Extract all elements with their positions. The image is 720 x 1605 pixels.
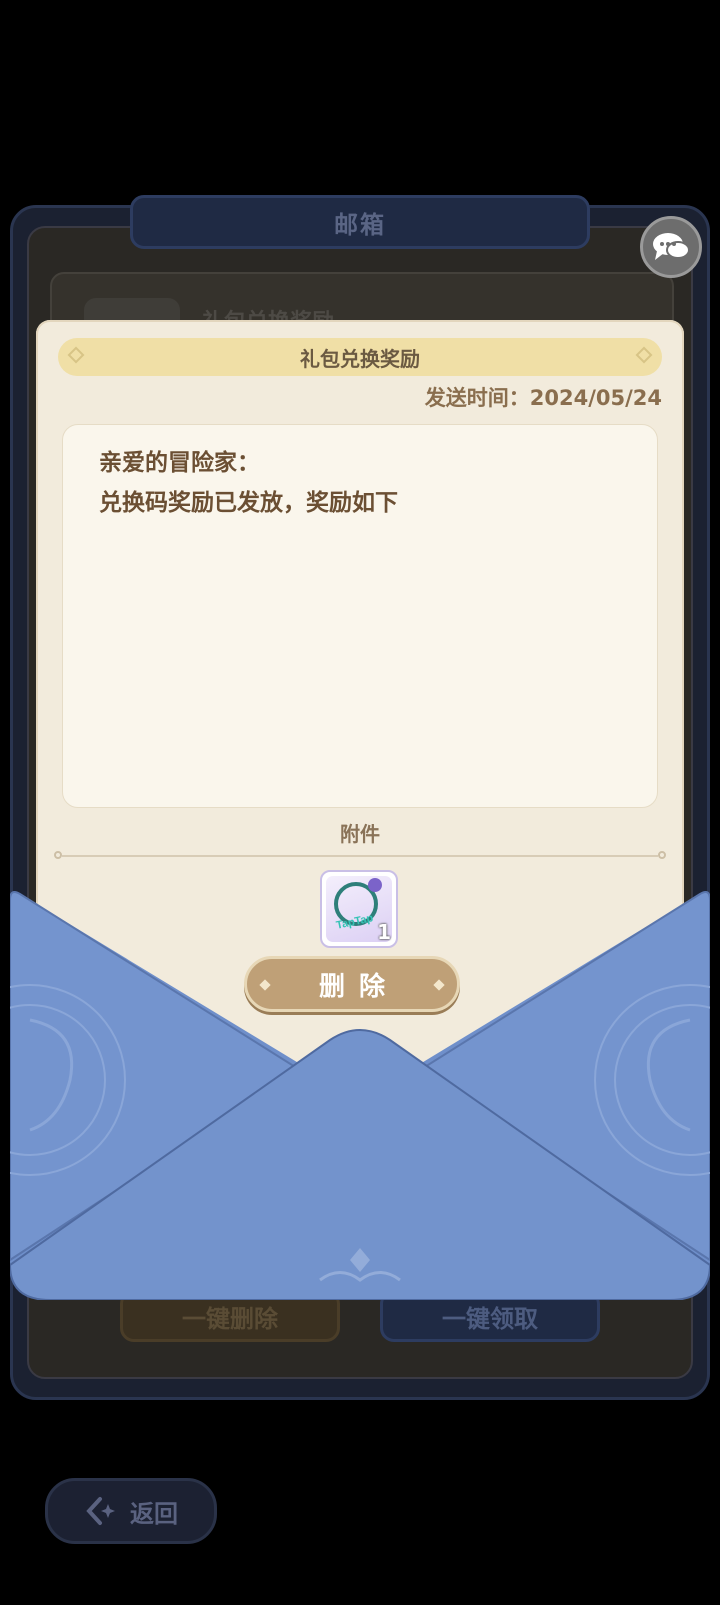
diamond-ornament-icon	[67, 346, 85, 364]
attachment-item[interactable]: TapTap 1	[320, 870, 398, 948]
ornament-icon	[368, 878, 382, 892]
send-time: 发送时间：2024/05/24	[424, 386, 662, 410]
back-button[interactable]: 返回	[45, 1478, 217, 1544]
mailbox-title-plate: 邮箱	[130, 195, 590, 249]
mail-letter: 礼包兑换奖励 发送时间：2024/05/24 亲爱的冒险家： 兑换码奖励已发放，…	[36, 320, 684, 1120]
delete-all-button[interactable]: 一键删除	[120, 1290, 340, 1342]
mailbox-title: 邮箱	[334, 210, 386, 239]
back-label: 返回	[130, 1499, 178, 1528]
delete-label: 删除	[318, 971, 399, 1002]
letter-greeting: 亲爱的冒险家：	[99, 450, 260, 476]
attachment-quantity: 1	[377, 920, 391, 944]
chat-bubbles-icon	[653, 233, 690, 260]
diamond-ornament-icon	[259, 979, 271, 991]
letter-title-bar: 礼包兑换奖励	[58, 338, 662, 376]
letter-title: 礼包兑换奖励	[300, 346, 420, 371]
claim-all-label: 一键领取	[442, 1304, 538, 1333]
delete-button[interactable]: 删除	[244, 956, 460, 1012]
letter-message: 兑换码奖励已发放，奖励如下	[99, 490, 398, 516]
diamond-ornament-icon	[635, 346, 653, 364]
delete-all-label: 一键删除	[182, 1304, 278, 1333]
chat-button[interactable]	[640, 216, 702, 278]
diamond-ornament-icon	[433, 979, 445, 991]
attachments-label: 附件	[340, 822, 380, 846]
attachments-divider	[54, 851, 666, 859]
letter-body: 亲爱的冒险家： 兑换码奖励已发放，奖励如下	[62, 424, 658, 808]
claim-all-button[interactable]: 一键领取	[380, 1290, 600, 1342]
back-arrow-icon	[86, 1497, 115, 1525]
